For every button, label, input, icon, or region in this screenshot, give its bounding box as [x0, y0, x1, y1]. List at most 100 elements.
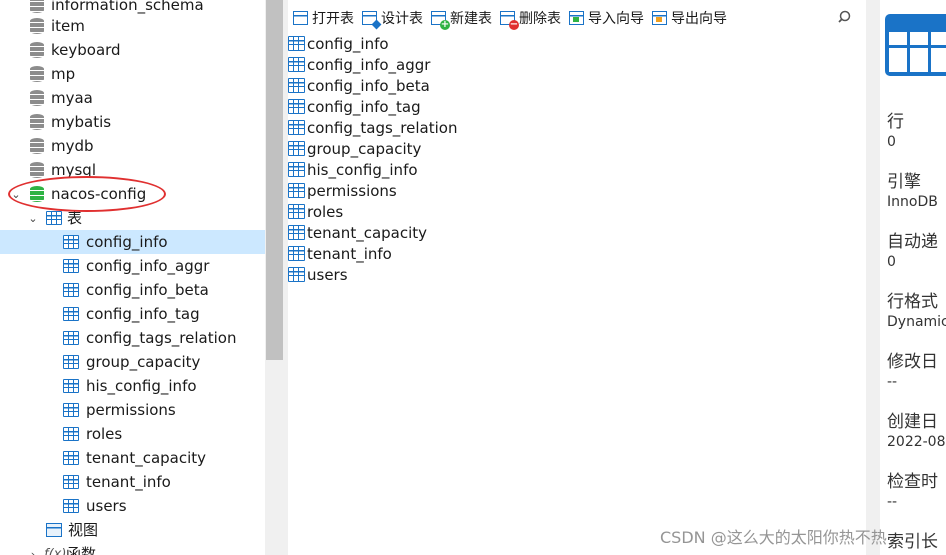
table-icon [63, 331, 79, 345]
import-icon [569, 11, 584, 25]
design-table-label: 设计表 [381, 11, 423, 27]
table-icon [288, 99, 305, 114]
table-icon [63, 451, 79, 465]
database-icon [30, 42, 44, 58]
tree-db-mp[interactable]: mp [0, 62, 265, 86]
export-wizard-button[interactable]: 导出向导 [652, 6, 727, 30]
table-icon [63, 427, 79, 441]
db-label: myaa [51, 89, 93, 107]
view-icon [46, 523, 62, 537]
chevron-right-icon[interactable]: › [27, 548, 39, 555]
pane-divider[interactable] [866, 0, 880, 555]
tree-db-mybatis[interactable]: mybatis [0, 110, 265, 134]
tree-table-users[interactable]: users [0, 494, 265, 518]
db-label: mp [51, 65, 76, 83]
table-group-icon [46, 211, 62, 225]
modified-date-label: 修改日 [887, 352, 938, 372]
tree-table-group-capacity[interactable]: group_capacity [0, 350, 265, 374]
tree-table-roles[interactable]: roles [0, 422, 265, 446]
table-icon [63, 499, 79, 513]
object-item[interactable]: tenant_info [288, 243, 392, 264]
database-icon [30, 162, 44, 178]
object-item[interactable]: permissions [288, 180, 397, 201]
db-label: mybatis [51, 113, 112, 131]
index-length-label: 索引长 [887, 532, 938, 552]
object-item[interactable]: tenant_capacity [288, 222, 427, 243]
table-label: config_info_beta [86, 281, 209, 299]
table-icon [288, 267, 305, 282]
object-label: his_config_info [307, 160, 418, 179]
tree-table-config-info-beta[interactable]: config_info_beta [0, 278, 265, 302]
new-table-button[interactable]: 新建表 [431, 6, 492, 30]
db-label: item [51, 17, 85, 35]
tree-table-config-tags-relation[interactable]: config_tags_relation [0, 326, 265, 350]
object-item[interactable]: config_info_tag [288, 96, 421, 117]
table-icon [288, 162, 305, 177]
table-label: tenant_capacity [86, 449, 207, 467]
db-label: keyboard [51, 41, 121, 59]
object-item[interactable]: his_config_info [288, 159, 418, 180]
table-large-icon [885, 14, 946, 76]
table-label: tenant_info [86, 473, 171, 491]
delete-table-icon [500, 11, 519, 30]
annotation-ellipse [8, 176, 166, 212]
table-icon [63, 379, 79, 393]
tree-db-item[interactable]: item [0, 14, 265, 38]
group-label: 视图 [68, 521, 99, 539]
table-icon [288, 204, 305, 219]
import-wizard-label: 导入向导 [588, 11, 644, 27]
delete-table-button[interactable]: 删除表 [500, 6, 561, 30]
chevron-down-icon[interactable]: ⌄ [27, 212, 39, 225]
tree-table-permissions[interactable]: permissions [0, 398, 265, 422]
design-table-icon [362, 11, 377, 25]
search-icon[interactable] [838, 9, 854, 25]
tree-table-config-info-aggr[interactable]: config_info_aggr [0, 254, 265, 278]
tree-group-tables[interactable]: ⌄ 表 [0, 206, 265, 230]
created-date-label: 创建日 [887, 412, 938, 432]
open-table-button[interactable]: 打开表 [293, 6, 354, 30]
object-label: config_info_beta [307, 76, 430, 95]
tree-group-functions[interactable]: › f(x) 函数 [0, 542, 265, 555]
table-icon [288, 183, 305, 198]
table-icon [288, 141, 305, 156]
tree-table-his-config-info[interactable]: his_config_info [0, 374, 265, 398]
table-icon [63, 235, 79, 249]
tree-db-mydb[interactable]: mydb [0, 134, 265, 158]
object-label: config_info_tag [307, 97, 421, 116]
rows-value: 0 [887, 134, 896, 150]
group-label: 函数 [66, 545, 97, 555]
object-label: users [307, 265, 348, 284]
object-item[interactable]: group_capacity [288, 138, 421, 159]
table-icon [63, 283, 79, 297]
object-item[interactable]: users [288, 264, 348, 285]
new-table-icon [431, 11, 450, 30]
tree-db-myaa[interactable]: myaa [0, 86, 265, 110]
table-label: permissions [86, 401, 176, 419]
tree-group-views[interactable]: 视图 [0, 518, 265, 542]
object-item[interactable]: config_info_beta [288, 75, 430, 96]
export-icon [652, 11, 667, 25]
object-item[interactable]: config_tags_relation [288, 117, 457, 138]
database-icon [30, 138, 44, 154]
database-icon [30, 90, 44, 106]
table-icon [63, 259, 79, 273]
object-label: roles [307, 202, 344, 221]
created-date-value: 2022-08 [887, 434, 946, 450]
tree-table-tenant-capacity[interactable]: tenant_capacity [0, 446, 265, 470]
design-table-button[interactable]: 设计表 [362, 6, 423, 30]
object-item[interactable]: roles [288, 201, 343, 222]
import-wizard-button[interactable]: 导入向导 [569, 6, 644, 30]
object-label: permissions [307, 181, 397, 200]
object-label: config_tags_relation [307, 118, 458, 137]
tree-table-config-info-tag[interactable]: config_info_tag [0, 302, 265, 326]
tree-table-config-info[interactable]: config_info [0, 230, 265, 254]
delete-table-label: 删除表 [519, 11, 561, 27]
object-label: group_capacity [307, 139, 422, 158]
tree-db-keyboard[interactable]: keyboard [0, 38, 265, 62]
object-item[interactable]: config_info_aggr [288, 54, 430, 75]
tree-scrollbar-thumb[interactable] [266, 0, 283, 360]
table-label: config_info_aggr [86, 257, 210, 275]
export-wizard-label: 导出向导 [671, 11, 727, 27]
tree-table-tenant-info[interactable]: tenant_info [0, 470, 265, 494]
object-item[interactable]: config_info [288, 33, 389, 54]
